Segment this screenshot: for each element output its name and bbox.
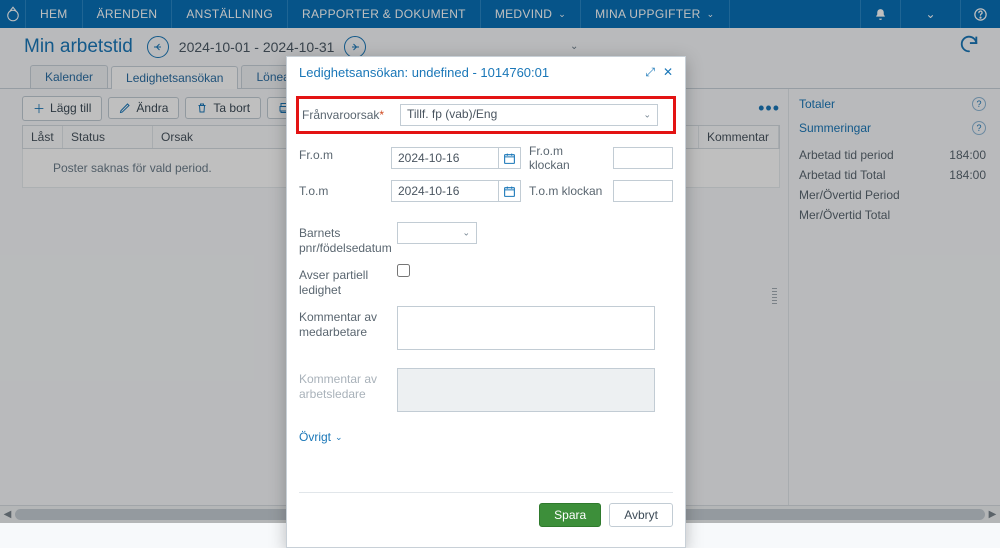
period-prev-button[interactable] xyxy=(147,36,169,58)
calendar-icon[interactable] xyxy=(499,147,521,169)
right-panel: Totaler ? Summeringar ? Arbetad tid peri… xyxy=(788,89,1000,505)
chevron-down-icon: ⌄ xyxy=(643,110,651,121)
trash-icon xyxy=(196,102,208,114)
period-label: 2024-10-01 - 2024-10-31 xyxy=(179,39,335,55)
nav-anstallning[interactable]: ANSTÄLLNING xyxy=(172,0,288,28)
th-last: Låst xyxy=(23,126,63,148)
bell-icon xyxy=(874,8,887,21)
chevron-down-icon: ⌄ xyxy=(335,432,343,443)
nav-rapporter-label: RAPPORTER & DOKUMENT xyxy=(302,7,466,21)
child-dob-label: Barnets pnr/födelsedatum xyxy=(299,222,389,256)
topnav: HEM ÄRENDEN ANSTÄLLNING RAPPORTER & DOKU… xyxy=(0,0,1000,28)
from-date-input[interactable] xyxy=(391,147,499,169)
from-clock-input[interactable] xyxy=(613,147,673,169)
from-clock-label: Fr.o.m klockan xyxy=(529,144,605,172)
modal-body: Frånvaroorsak* Tillf. fp (vab)/Eng ⌄ Fr.… xyxy=(287,96,685,547)
overflow-menu[interactable]: ••• xyxy=(758,98,780,119)
reason-label: Frånvaroorsak* xyxy=(302,104,392,123)
totaler-heading: Totaler ? xyxy=(799,97,986,111)
arrow-left-icon xyxy=(152,41,164,53)
child-dob-select[interactable]: ⌄ xyxy=(397,222,477,244)
refresh-icon xyxy=(958,33,980,55)
employee-comment-label: Kommentar av medarbetare xyxy=(299,306,389,340)
help-button[interactable] xyxy=(960,0,1000,28)
summary-row: Mer/Övertid Total xyxy=(799,205,986,225)
summeringar-heading: Summeringar ? xyxy=(799,121,986,135)
delete-button[interactable]: Ta bort xyxy=(185,97,261,119)
nav-arenden[interactable]: ÄRENDEN xyxy=(83,0,173,28)
employee-comment-input[interactable] xyxy=(397,306,655,350)
nav-rapporter[interactable]: RAPPORTER & DOKUMENT xyxy=(288,0,481,28)
th-status: Status xyxy=(63,126,153,148)
period-next-button[interactable] xyxy=(344,36,366,58)
app-logo xyxy=(0,0,26,28)
cancel-button[interactable]: Avbryt xyxy=(609,503,673,527)
to-date-input[interactable] xyxy=(391,180,499,202)
to-clock-input[interactable] xyxy=(613,180,673,202)
summary-row: Arbetad tid Total184:00 xyxy=(799,165,986,185)
highlighted-field: Frånvaroorsak* Tillf. fp (vab)/Eng ⌄ xyxy=(296,96,676,134)
supervisor-comment-display xyxy=(397,368,655,412)
scroll-left-icon[interactable]: ◀ xyxy=(0,506,15,523)
expand-icon[interactable]: ⤢ xyxy=(645,65,655,80)
summary-row: Mer/Övertid Period xyxy=(799,185,986,205)
nav-hem[interactable]: HEM xyxy=(26,0,83,28)
nav-mina-label: MINA UPPGIFTER xyxy=(595,7,701,21)
chevron-down-icon: ⌄ xyxy=(462,228,470,239)
modal-title: Ledighetsansökan: undefined - 1014760:01 xyxy=(299,65,549,80)
header-dropdown[interactable]: ⌄ xyxy=(570,41,578,52)
refresh-button[interactable] xyxy=(958,33,980,61)
modal-footer: Spara Avbryt xyxy=(299,492,673,527)
nav-medvind[interactable]: MEDVIND ⌄ xyxy=(481,0,581,28)
tab-kalender[interactable]: Kalender xyxy=(30,65,108,88)
user-menu[interactable]: ⌄ xyxy=(900,0,960,28)
partial-leave-checkbox[interactable] xyxy=(397,264,410,277)
add-button[interactable]: ＋Lägg till xyxy=(22,96,102,121)
chevron-down-icon: ⌄ xyxy=(558,9,566,20)
leave-request-modal: Ledighetsansökan: undefined - 1014760:01… xyxy=(286,56,686,548)
nav-mina[interactable]: MINA UPPGIFTER ⌄ xyxy=(581,0,729,28)
to-clock-label: T.o.m klockan xyxy=(529,184,605,198)
nav-arenden-label: ÄRENDEN xyxy=(97,7,158,21)
partial-leave-label: Avser partiell ledighet xyxy=(299,264,389,298)
summary-row: Arbetad tid period184:00 xyxy=(799,145,986,165)
reason-select[interactable]: Tillf. fp (vab)/Eng ⌄ xyxy=(400,104,658,126)
other-section-toggle[interactable]: Övrigt ⌄ xyxy=(299,430,673,444)
save-button[interactable]: Spara xyxy=(539,503,601,527)
help-icon xyxy=(973,7,988,22)
notifications-button[interactable] xyxy=(860,0,900,28)
chevron-down-icon: ⌄ xyxy=(707,9,715,20)
page-title: Min arbetstid xyxy=(24,36,133,58)
nav-hem-label: HEM xyxy=(40,7,68,21)
plus-icon: ＋ xyxy=(33,100,45,117)
modal-header: Ledighetsansökan: undefined - 1014760:01… xyxy=(287,57,685,96)
arrow-right-icon xyxy=(349,41,361,53)
tab-ledighetsansokan[interactable]: Ledighetsansökan xyxy=(111,66,238,89)
close-icon[interactable]: ✕ xyxy=(663,65,673,80)
pencil-icon xyxy=(119,102,131,114)
scroll-right-icon[interactable]: ▶ xyxy=(985,506,1000,523)
nav-medvind-label: MEDVIND xyxy=(495,7,552,21)
help-icon[interactable]: ? xyxy=(972,97,986,111)
nav-anstallning-label: ANSTÄLLNING xyxy=(186,7,273,21)
calendar-icon[interactable] xyxy=(499,180,521,202)
splitter-handle[interactable] xyxy=(771,280,778,310)
help-icon[interactable]: ? xyxy=(972,121,986,135)
from-date-label: Fr.o.m xyxy=(299,144,383,163)
th-kommentar: Kommentar xyxy=(699,126,779,148)
chevron-down-icon: ⌄ xyxy=(925,7,935,21)
to-date-label: T.o.m xyxy=(299,180,383,199)
supervisor-comment-label: Kommentar av arbetsledare xyxy=(299,368,389,402)
edit-button[interactable]: Ändra xyxy=(108,97,179,119)
